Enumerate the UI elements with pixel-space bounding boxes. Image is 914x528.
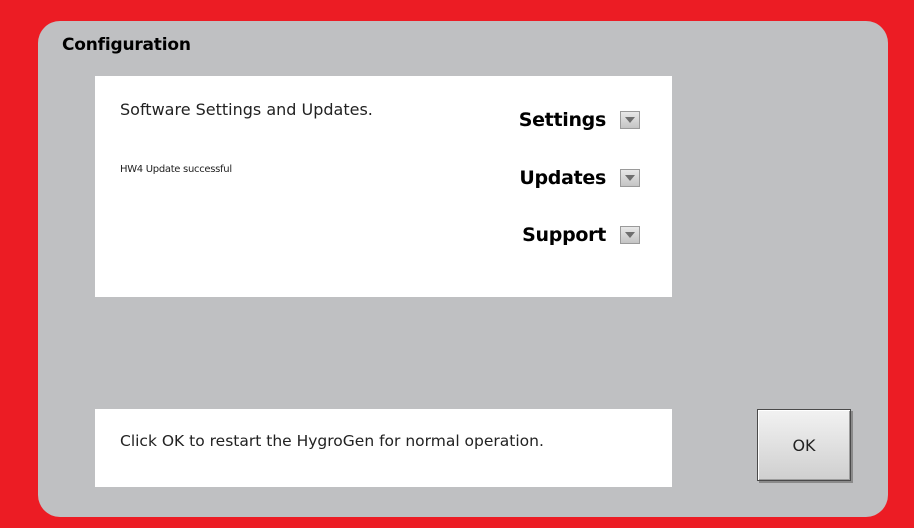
dropdown-arrow-icon [625, 117, 635, 123]
updates-menu-label: Updates [519, 167, 606, 189]
support-menu[interactable]: Support [522, 220, 640, 250]
update-status-text: HW4 Update successful [120, 164, 232, 175]
settings-menu-label: Settings [518, 109, 607, 131]
ok-button[interactable]: OK [757, 409, 851, 481]
dropdown-arrow-icon [625, 232, 635, 238]
updates-dropdown-button[interactable] [620, 169, 640, 187]
dropdown-arrow-icon [625, 175, 635, 181]
configuration-dialog: Configuration Software Settings and Upda… [38, 21, 888, 517]
settings-dropdown-button[interactable] [620, 111, 640, 129]
restart-message: Click OK to restart the HygroGen for nor… [120, 432, 544, 450]
updates-menu[interactable]: Updates [519, 163, 640, 193]
support-dropdown-button[interactable] [620, 226, 640, 244]
content-heading: Software Settings and Updates. [120, 100, 373, 119]
settings-menu[interactable]: Settings [519, 105, 640, 135]
dialog-title: Configuration [62, 35, 191, 55]
restart-message-box: Click OK to restart the HygroGen for nor… [95, 409, 672, 487]
support-menu-label: Support [522, 224, 606, 246]
settings-content-box: Software Settings and Updates. HW4 Updat… [95, 76, 672, 297]
